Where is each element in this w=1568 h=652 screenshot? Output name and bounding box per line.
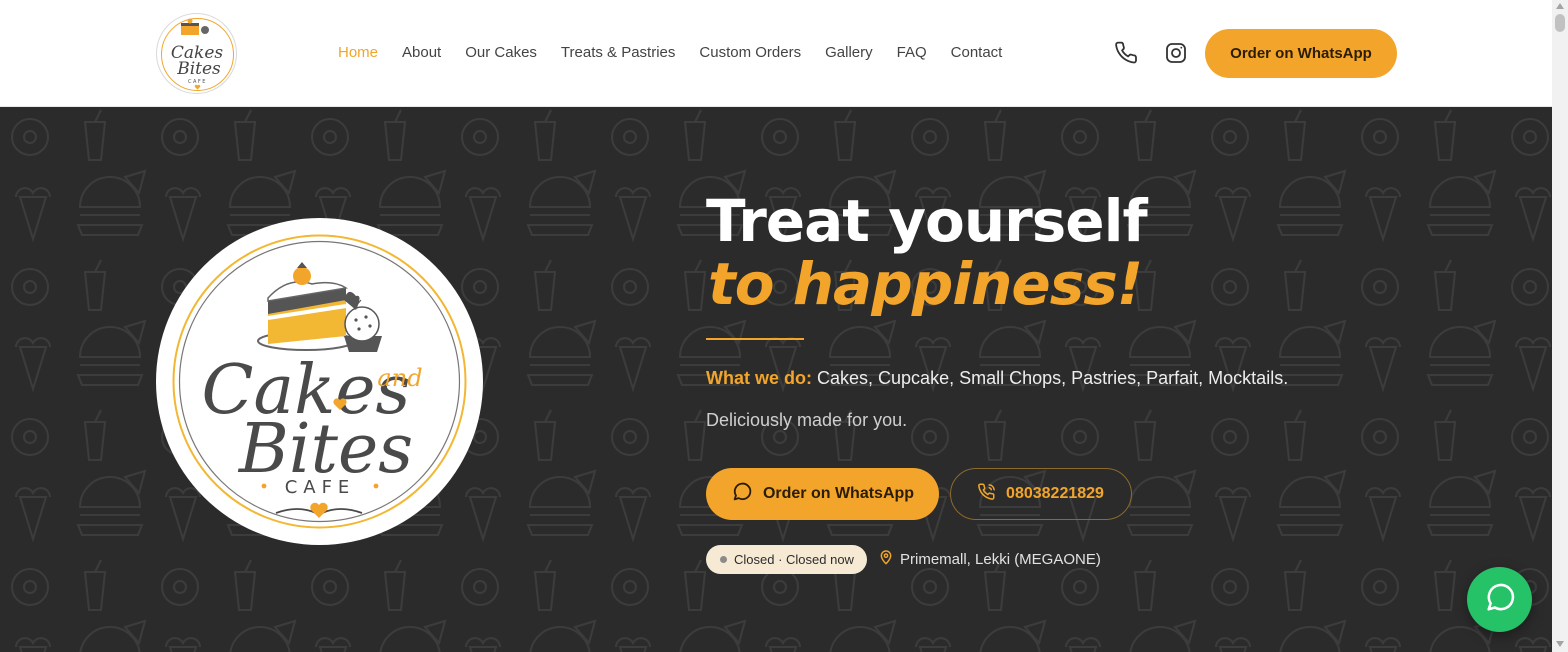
nav-about[interactable]: About bbox=[402, 44, 441, 61]
status-text: Closed · Closed now bbox=[734, 552, 854, 567]
what-we-do-label: What we do: bbox=[706, 368, 812, 388]
header-logo[interactable]: Cakes Bites CAFE bbox=[156, 13, 237, 94]
hero-order-label: Order on WhatsApp bbox=[762, 485, 915, 502]
status-dot bbox=[720, 556, 727, 563]
hero-phone-number: 08038221829 bbox=[1006, 485, 1104, 502]
map-pin-icon bbox=[878, 549, 894, 569]
main-nav: Home About Our Cakes Treats & Pastries C… bbox=[338, 44, 1026, 61]
header-order-whatsapp-button[interactable]: Order on WhatsApp bbox=[1205, 29, 1397, 78]
scroll-down-arrow[interactable] bbox=[1556, 641, 1564, 647]
instagram-icon[interactable] bbox=[1164, 41, 1188, 65]
hero-title-line-2: to happiness! bbox=[708, 250, 1143, 318]
nav-faq[interactable]: FAQ bbox=[897, 44, 927, 61]
phone-icon bbox=[978, 482, 996, 506]
site-header: Cakes Bites CAFE Home About Our Cakes Tr… bbox=[0, 0, 1552, 107]
nav-home[interactable]: Home bbox=[338, 44, 378, 61]
nav-contact[interactable]: Contact bbox=[951, 44, 1003, 61]
phone-icon[interactable] bbox=[1115, 41, 1139, 65]
nav-treats-pastries[interactable]: Treats & Pastries bbox=[561, 44, 675, 61]
nav-custom-orders[interactable]: Custom Orders bbox=[699, 44, 801, 61]
floating-chat-button[interactable] bbox=[1467, 567, 1532, 632]
hero-order-whatsapp-button[interactable]: Order on WhatsApp bbox=[706, 468, 939, 520]
location[interactable]: Primemall, Lekki (MEGAONE) bbox=[878, 549, 1101, 569]
svg-text:and: and bbox=[377, 364, 422, 392]
nav-gallery[interactable]: Gallery bbox=[825, 44, 873, 61]
what-we-do-text: Cakes, Cupcake, Small Chops, Pastries, P… bbox=[817, 368, 1289, 388]
hero-phone-button[interactable]: 08038221829 bbox=[950, 468, 1132, 520]
title-divider bbox=[706, 338, 804, 340]
header-order-label: Order on WhatsApp bbox=[1230, 45, 1372, 62]
hero-logo: Cakes and Bites CAFE bbox=[156, 218, 483, 545]
svg-text:CAFE: CAFE bbox=[188, 79, 207, 85]
hero-title-line-1: Treat yourself bbox=[706, 187, 1148, 255]
open-status-badge: Closed · Closed now bbox=[706, 545, 867, 574]
nav-our-cakes[interactable]: Our Cakes bbox=[465, 44, 537, 61]
svg-text:CAFE: CAFE bbox=[285, 477, 356, 498]
page-scrollbar[interactable] bbox=[1552, 0, 1568, 652]
scroll-thumb[interactable] bbox=[1555, 14, 1565, 32]
hero-section: Cakes and Bites CAFE Treat yourself to h… bbox=[0, 107, 1552, 652]
hero-tagline: Deliciously made for you. bbox=[706, 410, 908, 430]
what-we-do: What we do: Cakes, Cupcake, Small Chops,… bbox=[706, 368, 1288, 389]
chat-bubble-icon bbox=[1483, 581, 1517, 619]
svg-text:Bites: Bites bbox=[176, 59, 221, 79]
location-text: Primemall, Lekki (MEGAONE) bbox=[900, 550, 1101, 568]
chat-bubble-icon bbox=[731, 481, 753, 508]
scroll-up-arrow[interactable] bbox=[1556, 3, 1564, 9]
